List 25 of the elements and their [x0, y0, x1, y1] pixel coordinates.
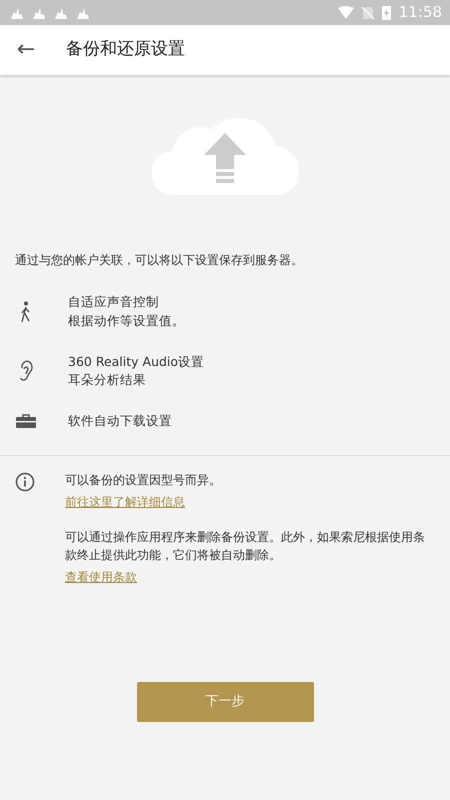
setting-description: 耳朵分析结果: [68, 371, 147, 390]
ear-icon: [19, 360, 33, 382]
back-button[interactable]: ←: [0, 39, 52, 61]
setting-title: 360 Reality Audio设置: [68, 352, 204, 371]
info-icon: [15, 472, 35, 492]
notification-icon: [54, 6, 68, 20]
setting-title: 软件自动下载设置: [68, 412, 172, 430]
notification-icon: [10, 6, 24, 20]
notification-icon: [76, 6, 90, 20]
clock: 11:58: [398, 2, 442, 24]
setting-description: 根据动作等设置值。: [68, 312, 185, 330]
toolbox-icon: [16, 414, 36, 428]
notification-icon: [32, 6, 46, 20]
note-text: 可以通过操作应用程序来删除备份设置。此外，如果索尼根据使用条款终止提供此功能，它们将被自动删除。: [65, 529, 426, 564]
wifi-icon: [338, 6, 354, 19]
note-text: 可以备份的设置因型号而异。: [65, 472, 222, 489]
next-button[interactable]: 下一步: [136, 682, 314, 722]
link[interactable]: 前往这里了解详细信息: [65, 495, 185, 510]
link[interactable]: 查看使用条款: [65, 570, 137, 584]
walking-person-icon: [20, 300, 32, 323]
intro-text: 通过与您的帐户关联，可以将以下设置保存到服务器。: [14, 252, 304, 269]
no-sim-icon: [362, 6, 374, 20]
battery-charging-icon: [382, 5, 391, 20]
page-title: 备份和还原设置: [66, 38, 185, 62]
setting-title: 自适应声音控制: [68, 293, 160, 311]
